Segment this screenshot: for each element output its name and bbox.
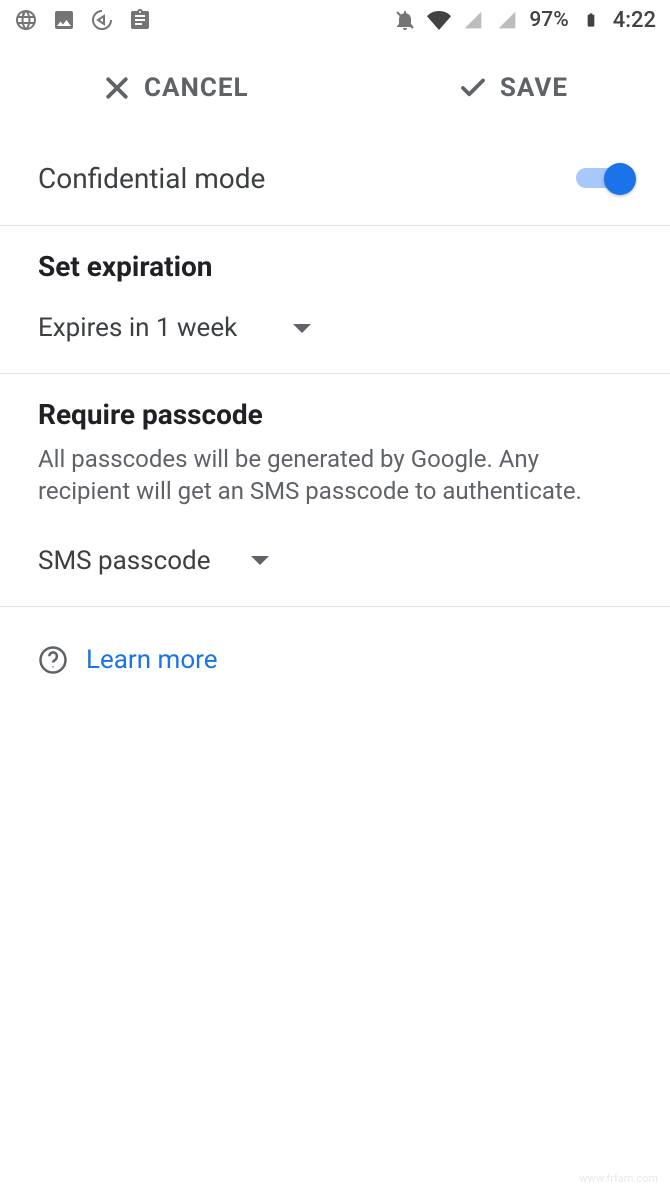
status-right: 97% 4:22 <box>393 8 656 33</box>
check-icon <box>458 73 488 103</box>
expiration-title: Set expiration <box>38 250 632 283</box>
globe-icon <box>14 8 38 32</box>
expiration-dropdown[interactable]: Expires in 1 week <box>38 313 632 343</box>
chevron-down-icon <box>251 556 269 565</box>
battery-icon <box>579 8 603 32</box>
save-label: SAVE <box>500 73 568 103</box>
passcode-description: All passcodes will be generated by Googl… <box>38 443 632 508</box>
watermark: www.frfam.com <box>579 1172 658 1185</box>
cancel-button[interactable]: CANCEL <box>102 73 249 103</box>
clipboard-icon <box>128 8 152 32</box>
circle-arrow-icon <box>90 8 114 32</box>
clock-time: 4:22 <box>613 8 656 33</box>
battery-percentage: 97% <box>529 8 568 32</box>
save-button[interactable]: SAVE <box>458 73 568 103</box>
action-bar: CANCEL SAVE <box>0 40 670 136</box>
status-left-icons <box>14 8 152 32</box>
passcode-title: Require passcode <box>38 398 632 431</box>
chevron-down-icon <box>293 324 311 333</box>
passcode-value: SMS passcode <box>38 546 211 576</box>
wifi-icon <box>427 8 451 32</box>
status-bar: 97% 4:22 <box>0 0 670 40</box>
confidential-mode-toggle[interactable] <box>576 164 632 194</box>
close-icon <box>102 73 132 103</box>
cancel-label: CANCEL <box>144 73 249 103</box>
expiration-section: Set expiration Expires in 1 week <box>0 226 670 374</box>
confidential-mode-row: Confidential mode <box>0 136 670 226</box>
expiration-value: Expires in 1 week <box>38 313 237 343</box>
toggle-thumb <box>604 163 636 195</box>
learn-more-link[interactable]: Learn more <box>86 645 218 675</box>
signal-2-icon <box>495 8 519 32</box>
signal-1-icon <box>461 8 485 32</box>
help-circle-icon <box>38 645 68 675</box>
confidential-mode-label: Confidential mode <box>38 162 265 195</box>
passcode-section: Require passcode All passcodes will be g… <box>0 374 670 607</box>
passcode-dropdown[interactable]: SMS passcode <box>38 546 632 576</box>
bell-off-icon <box>393 8 417 32</box>
learn-more-row: Learn more <box>0 607 670 713</box>
image-icon <box>52 8 76 32</box>
